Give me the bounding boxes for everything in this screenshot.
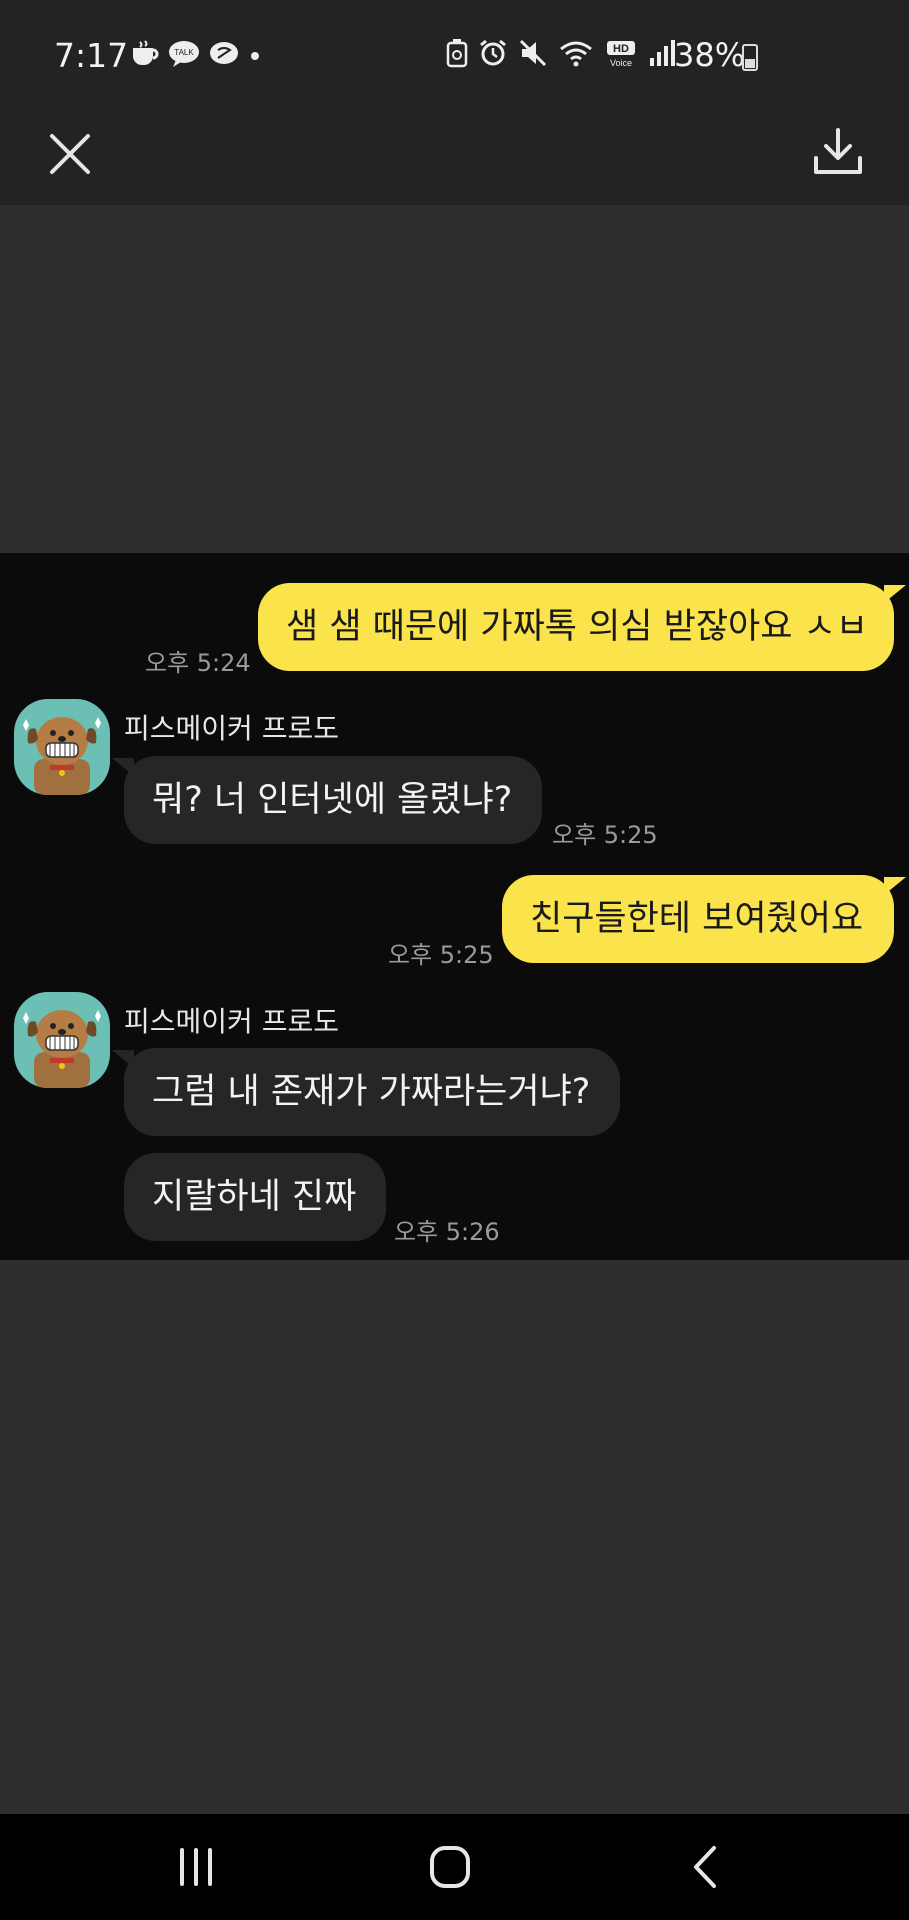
threads-icon bbox=[210, 42, 238, 64]
wifi-icon bbox=[560, 41, 592, 67]
sender-name: 피스메이커 프로도 bbox=[124, 1005, 339, 1038]
message-time: 오후 5:26 bbox=[394, 1218, 500, 1246]
mute-icon bbox=[519, 39, 547, 67]
my-message-bubble[interactable]: 친구들한테 보여줬어요 bbox=[502, 875, 894, 963]
battery-percent: 38% bbox=[674, 36, 746, 74]
message-text: 그럼 내 존재가 가짜라는거냐? bbox=[152, 1072, 591, 1112]
home-icon[interactable] bbox=[420, 1842, 480, 1892]
svg-text:Voice: Voice bbox=[610, 58, 632, 68]
friend-message-bubble[interactable]: 뭐? 너 인터넷에 올렸냐? bbox=[124, 756, 542, 844]
my-message-bubble[interactable]: 샘 샘 때문에 가짜톡 의심 받잖아요 ㅅㅂ bbox=[258, 583, 894, 671]
viewer-top-bar bbox=[0, 110, 909, 205]
cafe-icon bbox=[133, 40, 159, 65]
battery-saver-icon bbox=[446, 39, 468, 68]
sender-name: 피스메이커 프로도 bbox=[124, 712, 339, 745]
message-time: 오후 5:25 bbox=[552, 821, 658, 849]
dot-icon bbox=[251, 52, 259, 60]
avatar[interactable] bbox=[14, 992, 110, 1088]
bubble-tail bbox=[884, 585, 906, 603]
friend-message-bubble[interactable]: 지랄하네 진짜 bbox=[124, 1153, 386, 1241]
system-icons: HD Voice bbox=[446, 38, 676, 68]
back-icon[interactable] bbox=[676, 1842, 736, 1892]
svg-text:HD: HD bbox=[613, 43, 629, 55]
message-text: 뭐? 너 인터넷에 올렸냐? bbox=[152, 780, 513, 820]
message-text: 지랄하네 진짜 bbox=[152, 1177, 357, 1217]
recent-apps-icon[interactable] bbox=[166, 1842, 226, 1892]
message-time: 오후 5:24 bbox=[145, 649, 251, 677]
svg-text:TALK: TALK bbox=[174, 48, 194, 57]
close-icon[interactable] bbox=[44, 128, 96, 180]
message-time: 오후 5:25 bbox=[388, 941, 494, 969]
status-bar: 7:17 TALK HD Voice 38% bbox=[0, 0, 909, 110]
avatar[interactable] bbox=[14, 699, 110, 795]
message-text: 친구들한테 보여줬어요 bbox=[530, 899, 864, 939]
hd-voice-icon: HD Voice bbox=[607, 41, 635, 68]
download-icon[interactable] bbox=[810, 124, 866, 180]
chat-screenshot: 오후 5:24 샘 샘 때문에 가짜톡 의심 받잖아요 ㅅㅂ 피스메이커 프로도… bbox=[0, 553, 909, 1260]
friend-message-bubble[interactable]: 그럼 내 존재가 가짜라는거냐? bbox=[124, 1048, 620, 1136]
signal-icon bbox=[650, 40, 675, 66]
notification-icons: TALK bbox=[130, 40, 262, 68]
bubble-tail bbox=[884, 877, 906, 895]
message-text: 샘 샘 때문에 가짜톡 의심 받잖아요 ㅅㅂ bbox=[286, 607, 868, 647]
dog-character-icon bbox=[23, 717, 101, 795]
dog-character-icon bbox=[23, 1010, 101, 1088]
status-time: 7:17 bbox=[54, 36, 129, 75]
navigation-bar bbox=[0, 1814, 909, 1920]
alarm-icon bbox=[480, 39, 506, 66]
battery-icon bbox=[742, 44, 758, 71]
talk-icon: TALK bbox=[169, 41, 199, 67]
